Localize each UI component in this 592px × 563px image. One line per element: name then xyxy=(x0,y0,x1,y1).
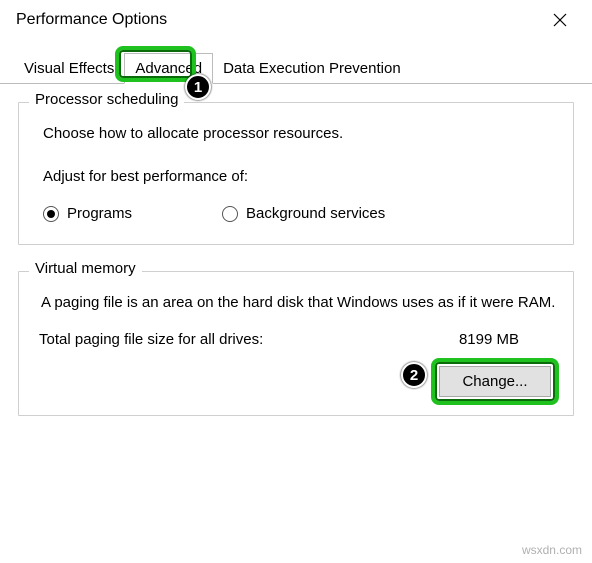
vm-desc: A paging file is an area on the hard dis… xyxy=(41,292,557,313)
close-icon xyxy=(553,13,567,27)
radio-icon xyxy=(222,206,238,222)
group-processor-scheduling: Processor scheduling Choose how to alloc… xyxy=(18,102,574,245)
change-button[interactable]: Change... xyxy=(439,366,551,397)
radio-icon xyxy=(43,206,59,222)
callout-1: 1 xyxy=(185,74,211,100)
window-title: Performance Options xyxy=(16,11,167,29)
tab-visual-effects[interactable]: Visual Effects xyxy=(14,54,124,83)
tab-data-execution-prevention[interactable]: Data Execution Prevention xyxy=(213,54,411,83)
processor-desc: Choose how to allocate processor resourc… xyxy=(43,125,557,142)
adjust-label: Adjust for best performance of: xyxy=(43,168,557,185)
group-legend-processor: Processor scheduling xyxy=(29,91,184,108)
radio-background-services[interactable]: Background services xyxy=(222,205,385,222)
watermark: wsxdn.com xyxy=(522,543,582,557)
close-button[interactable] xyxy=(540,6,580,34)
title-bar: Performance Options xyxy=(0,0,592,44)
tab-strip: Visual Effects Advanced Data Execution P… xyxy=(0,44,592,84)
radio-background-label: Background services xyxy=(246,205,385,222)
group-legend-vm: Virtual memory xyxy=(29,260,142,277)
tab-content: Processor scheduling Choose how to alloc… xyxy=(0,84,592,416)
radio-programs[interactable]: Programs xyxy=(43,205,132,222)
radio-programs-label: Programs xyxy=(67,205,132,222)
vm-total-label: Total paging file size for all drives: xyxy=(39,331,263,348)
group-virtual-memory: Virtual memory A paging file is an area … xyxy=(18,271,574,416)
callout-2: 2 xyxy=(401,362,427,388)
vm-total-value: 8199 MB xyxy=(459,331,519,348)
